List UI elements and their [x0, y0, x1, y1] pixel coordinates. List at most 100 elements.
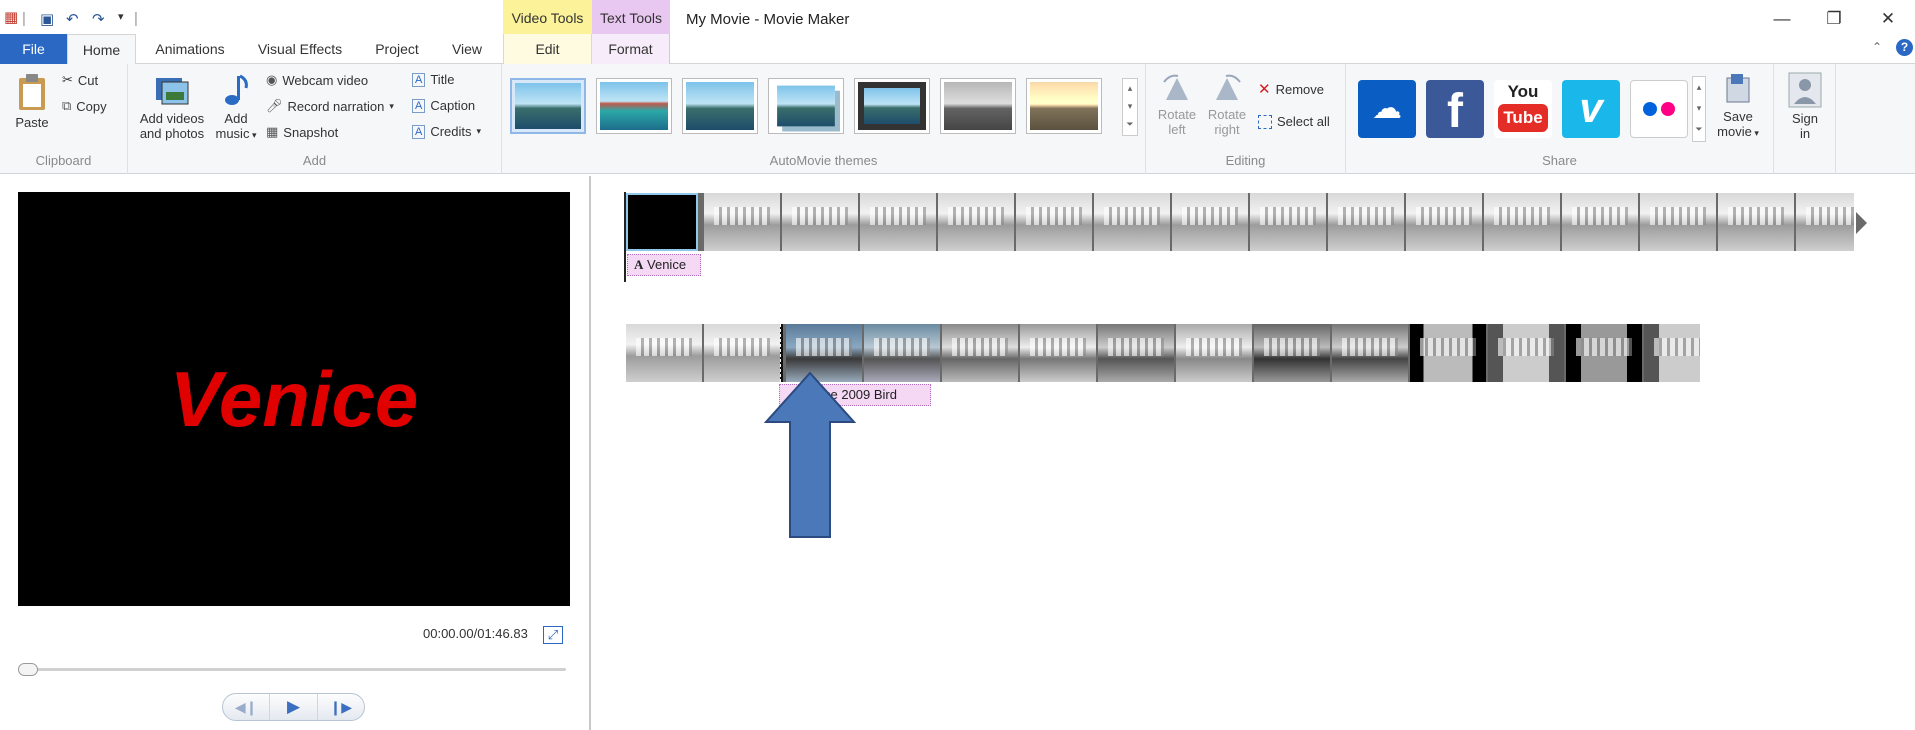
copy-icon: ⧉ — [62, 98, 72, 113]
webcam-video-button[interactable]: ◉ Webcam video — [266, 72, 368, 88]
tab-visual-effects[interactable]: Visual Effects — [250, 34, 350, 64]
rotate-right-button[interactable]: Rotate right — [1204, 72, 1250, 137]
video-frame — [1172, 193, 1248, 251]
title-button[interactable]: A Title — [412, 72, 454, 87]
tab-edit[interactable]: Edit — [503, 34, 592, 64]
copy-button[interactable]: ⧉ Copy — [62, 98, 107, 114]
facebook-icon: f — [1447, 85, 1463, 138]
vimeo-share-button[interactable]: v — [1562, 80, 1620, 138]
video-frame — [626, 324, 702, 382]
sign-in-label-2: in — [1799, 126, 1811, 141]
themes-gallery-scroll[interactable]: ▴ ▾ ⏷ — [1122, 78, 1138, 136]
save-icon[interactable]: ▣ — [40, 10, 54, 28]
youtube-icon-tube: Tube — [1498, 104, 1548, 132]
fullscreen-preview-icon[interactable]: ⤢ — [543, 626, 563, 644]
undo-icon[interactable]: ↶ — [66, 10, 79, 28]
video-frame — [1254, 324, 1330, 382]
play-icon: ▶ — [286, 697, 301, 716]
film-photo-icon — [156, 78, 189, 105]
caption-button[interactable]: A Caption — [412, 98, 475, 113]
facebook-share-button[interactable]: f — [1426, 80, 1484, 138]
text-tools-context: Text Tools — [592, 0, 670, 34]
restore-button[interactable]: ❐ — [1814, 6, 1854, 32]
theme-contemporary[interactable] — [596, 78, 672, 134]
playback-controls: ◀❙ ▶ ❙▶ — [222, 693, 365, 721]
theme-black-white[interactable] — [940, 78, 1016, 134]
minimize-ribbon-icon[interactable]: ⌃ — [1872, 40, 1882, 54]
credits-button[interactable]: A Credits ▾ — [412, 124, 481, 139]
theme-sepia[interactable] — [1026, 78, 1102, 134]
remove-x-icon: ✕ — [1258, 81, 1271, 98]
paste-button[interactable]: Paste — [8, 72, 56, 130]
video-frame — [860, 193, 936, 251]
play-button[interactable]: ▶ — [270, 694, 318, 720]
flickr-share-button[interactable] — [1630, 80, 1688, 138]
redo-icon[interactable]: ↷ — [92, 10, 105, 28]
youtube-share-button[interactable]: You Tube — [1494, 80, 1552, 138]
caption-venice[interactable]: A Venice — [627, 254, 701, 276]
help-icon[interactable]: ? — [1896, 39, 1913, 56]
tab-format[interactable]: Format — [592, 34, 670, 64]
onedrive-share-button[interactable]: ☁ — [1358, 80, 1416, 138]
sign-in-group: Sign in — [1774, 64, 1836, 174]
seek-bar[interactable] — [22, 668, 566, 671]
credits-dropdown-icon: ▾ — [476, 126, 482, 136]
ribbon-tabs: File Home Animations Visual Effects Proj… — [0, 34, 1915, 65]
select-all-label: Select all — [1277, 114, 1330, 129]
vimeo-icon: v — [1579, 84, 1603, 131]
add-music-label-2: music ▾ — [215, 126, 257, 141]
theme-pan-zoom[interactable] — [768, 78, 844, 134]
minimize-button[interactable]: — — [1762, 6, 1802, 32]
title-clip[interactable] — [626, 193, 698, 251]
video-frame — [1094, 193, 1170, 251]
clipboard-group-label: Clipboard — [35, 153, 92, 168]
record-narration-button[interactable]: 🎤︎ Record narration ▾ — [266, 98, 394, 114]
video-frame — [1796, 193, 1854, 251]
save-movie-label: Save — [1723, 109, 1753, 124]
previous-frame-button[interactable]: ◀❙ — [223, 694, 271, 720]
tab-animations[interactable]: Animations — [146, 34, 234, 64]
share-gallery-scroll[interactable]: ▴ ▾ ⏷ — [1692, 76, 1706, 142]
next-frame-button[interactable]: ❙▶ — [318, 694, 364, 720]
title-icon: A — [412, 72, 426, 87]
timeline-track-1[interactable] — [626, 193, 1854, 251]
close-button[interactable]: ✕ — [1868, 6, 1908, 32]
video-frame — [1484, 193, 1560, 251]
caption-icon: A — [412, 98, 426, 113]
cut-button[interactable]: ✂ Cut — [62, 72, 98, 88]
rotate-right-label-2: right — [1214, 122, 1240, 137]
cloud-icon: ☁ — [1372, 92, 1402, 125]
video-frame — [1098, 324, 1174, 382]
video-frame — [704, 193, 780, 251]
pane-divider[interactable] — [589, 176, 591, 730]
theme-cinematic[interactable] — [854, 78, 930, 134]
video-frame — [1488, 324, 1564, 382]
qa-separator: | — [22, 10, 26, 27]
sign-in-button[interactable]: Sign in — [1780, 72, 1830, 141]
tab-view[interactable]: View — [442, 34, 492, 64]
tab-project[interactable]: Project — [366, 34, 428, 64]
customize-qa-icon[interactable]: ▾ — [118, 10, 124, 23]
save-movie-button[interactable]: Save movie ▾ — [1712, 72, 1764, 141]
theme-default[interactable] — [510, 78, 586, 134]
share-group: ☁ f You Tube v ▴ ▾ ⏷ Save movie ▾ Share — [1346, 64, 1774, 174]
video-frame — [1016, 193, 1092, 251]
seek-thumb[interactable] — [18, 663, 38, 676]
rotate-right-icon — [1216, 74, 1241, 100]
add-videos-button[interactable]: Add videos and photos — [134, 72, 210, 141]
preview-title-text: Venice — [169, 354, 419, 443]
app-icon: ▦ — [4, 9, 19, 26]
rotate-left-button[interactable]: Rotate left — [1154, 72, 1200, 137]
add-music-button[interactable]: Add music ▾ — [212, 72, 260, 143]
tab-home[interactable]: Home — [67, 34, 136, 65]
video-frame — [1020, 324, 1096, 382]
snapshot-button[interactable]: ▦ Snapshot — [266, 124, 338, 140]
automovie-themes-group: ▴ ▾ ⏷ AutoMovie themes — [502, 64, 1146, 174]
preview-monitor[interactable]: Venice — [18, 192, 570, 606]
tab-file[interactable]: File — [0, 34, 67, 64]
theme-fade[interactable] — [682, 78, 758, 134]
video-frame — [938, 193, 1014, 251]
select-all-button[interactable]: Select all — [1258, 114, 1330, 129]
remove-button[interactable]: ✕ Remove — [1258, 80, 1324, 98]
copy-label: Copy — [76, 98, 107, 114]
